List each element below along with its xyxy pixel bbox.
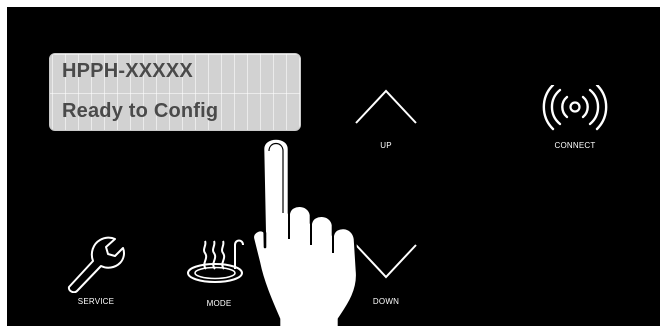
mode-button[interactable]: MODE	[179, 233, 259, 311]
control-panel: HPPH-XXXXX Ready to Config UP DOWN CONNE…	[7, 7, 660, 326]
hot-tub-icon	[187, 239, 244, 283]
down-label: DOWN	[372, 297, 400, 306]
mode-label: MODE	[206, 299, 232, 308]
chevron-down-icon	[355, 244, 417, 279]
down-button[interactable]: DOWN	[349, 235, 423, 311]
service-label: SERVICE	[77, 297, 115, 306]
lcd-display: HPPH-XXXXX Ready to Config	[49, 53, 301, 131]
chevron-up-icon	[355, 89, 417, 124]
lcd-line-1: HPPH-XXXXX	[62, 60, 193, 82]
connect-button[interactable]: CONNECT	[541, 85, 609, 153]
up-label: UP	[380, 141, 392, 150]
wrench-icon	[67, 236, 125, 293]
connect-label: CONNECT	[554, 141, 596, 150]
service-button[interactable]: SERVICE	[63, 231, 129, 311]
lcd-line-2: Ready to Config	[62, 100, 219, 122]
up-button[interactable]: UP	[349, 79, 423, 159]
wireless-icon	[542, 85, 608, 131]
